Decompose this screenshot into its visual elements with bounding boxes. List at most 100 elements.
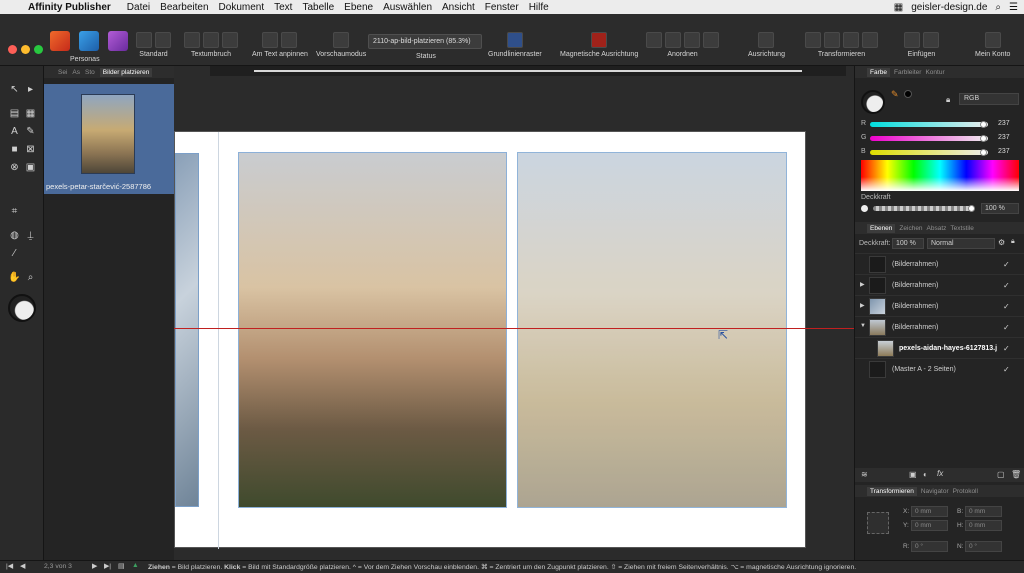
menu-tabelle[interactable]: Tabelle xyxy=(302,2,342,13)
layer-row[interactable]: ▶ (Bilderrahmen) ✓ xyxy=(855,295,1024,316)
arrange-group[interactable]: Anordnen xyxy=(646,32,719,58)
stroke-fill-icon[interactable] xyxy=(8,294,36,322)
tab-transformieren[interactable]: Transformieren xyxy=(867,486,917,496)
layer-settings-icon[interactable]: ⚙ xyxy=(998,238,1005,247)
account-group[interactable]: Mein Konto xyxy=(975,32,1010,58)
color-spectrum[interactable] xyxy=(861,160,1019,191)
tab-assets[interactable]: As xyxy=(72,69,80,76)
preview-mode-group[interactable]: Vorschaumodus xyxy=(316,32,366,58)
mask-icon[interactable]: ▣ xyxy=(909,470,917,479)
zoom-tool-icon[interactable]: ⌕ xyxy=(24,271,37,284)
layer-row[interactable]: ▼ (Bilderrahmen) ✓ xyxy=(855,316,1024,337)
tab-protokoll[interactable]: Protokoll xyxy=(953,488,978,495)
transform-group[interactable]: Transformieren xyxy=(805,32,878,58)
node-tool-icon[interactable]: ▸ xyxy=(24,83,37,96)
tab-textstile[interactable]: Textstile xyxy=(950,225,973,232)
layer-row[interactable]: pexels-aidan-hayes-6127813.j ✓ xyxy=(855,337,1024,358)
last-page-icon[interactable]: ▶| xyxy=(104,562,111,570)
search-icon[interactable]: ⌕ xyxy=(995,2,1001,13)
h-field[interactable]: 0 mm xyxy=(965,520,1002,531)
pen-tool-icon[interactable]: ✎ xyxy=(24,125,37,138)
publisher-persona-icon[interactable] xyxy=(50,31,70,51)
snapping-group[interactable]: Magnetische Ausrichtung xyxy=(560,32,638,58)
eyedropper-icon[interactable]: ✎ xyxy=(891,89,899,100)
color-mode-select[interactable]: RGB xyxy=(959,93,1019,105)
minimize-window-button[interactable] xyxy=(21,45,30,54)
menu-ebene[interactable]: Ebene xyxy=(344,2,381,13)
blend-mode-select[interactable]: Normal xyxy=(927,238,995,249)
effects-icon[interactable]: fx xyxy=(937,469,943,478)
layer-lock-icon[interactable]: 🔒︎ xyxy=(1011,238,1015,246)
menu-hilfe[interactable]: Hilfe xyxy=(529,2,557,13)
menu-auswaehlen[interactable]: Auswählen xyxy=(383,2,440,13)
tab-ebenen[interactable]: Ebenen xyxy=(867,223,896,233)
opacity-slider[interactable] xyxy=(873,206,971,211)
layer-visibility-checkbox[interactable]: ✓ xyxy=(1003,260,1010,269)
adjustment-icon[interactable]: ◐ xyxy=(923,470,928,479)
anchor-grid-icon[interactable] xyxy=(867,512,889,534)
black-swatch[interactable] xyxy=(904,90,912,98)
grid-icon[interactable]: ▦ xyxy=(894,2,903,13)
table-tool-icon[interactable]: ▦ xyxy=(24,107,37,120)
menu-app-name[interactable]: Affinity Publisher xyxy=(28,2,119,13)
next-page-icon[interactable]: ▶ xyxy=(92,562,97,570)
document-status-field[interactable]: 2110-ap-bild-platzieren (85.3%) xyxy=(368,34,482,49)
tab-place-images[interactable]: Bilder platzieren xyxy=(99,67,153,77)
zoom-window-button[interactable] xyxy=(34,45,43,54)
standard-group[interactable]: Standard xyxy=(136,32,171,58)
green-value[interactable]: 237 xyxy=(998,134,1010,141)
artistic-text-tool-icon[interactable]: A xyxy=(8,125,21,138)
picture-frame-right[interactable] xyxy=(517,152,787,508)
tab-farbe[interactable]: Farbe xyxy=(867,67,890,77)
document-canvas[interactable]: ⇱ xyxy=(174,66,854,560)
first-page-icon[interactable]: |◀ xyxy=(6,562,13,570)
w-field[interactable]: 0 mm xyxy=(965,506,1002,517)
blue-value[interactable]: 237 xyxy=(998,148,1010,155)
layer-visibility-checkbox[interactable]: ✓ xyxy=(1003,281,1010,290)
delete-layer-icon[interactable]: 🗑︎ xyxy=(1011,470,1021,479)
hand-tool-icon[interactable]: ✋ xyxy=(8,271,21,284)
red-value[interactable]: 237 xyxy=(998,120,1010,127)
place-image-tool-icon[interactable]: ▣ xyxy=(24,161,37,174)
green-slider[interactable] xyxy=(870,136,988,141)
lock-icon[interactable]: 🔒︎ xyxy=(946,95,950,105)
shear-field[interactable]: 0 ° xyxy=(965,541,1002,552)
picture-frame-left[interactable] xyxy=(238,152,507,508)
fill-tool-icon[interactable]: ◍ xyxy=(8,229,21,242)
rectangle-tool-icon[interactable]: ■ xyxy=(8,143,21,156)
baseline-grid-group[interactable]: Grundlinienraster xyxy=(488,32,542,58)
menu-ansicht[interactable]: Ansicht xyxy=(442,2,483,13)
move-tool-icon[interactable]: ↖ xyxy=(8,83,21,96)
expand-arrow-icon[interactable]: ▶ xyxy=(860,281,865,288)
tab-farbleiter[interactable]: Farbleiter xyxy=(894,69,921,76)
menu-bearbeiten[interactable]: Bearbeiten xyxy=(160,2,216,13)
close-window-button[interactable] xyxy=(8,45,17,54)
designer-persona-icon[interactable] xyxy=(108,31,128,51)
red-slider-knob[interactable] xyxy=(980,121,987,128)
tab-stock[interactable]: Sto xyxy=(85,69,95,76)
layer-stack-icon[interactable]: ≋ xyxy=(861,470,868,479)
y-field[interactable]: 0 mm xyxy=(911,520,948,531)
menu-fenster[interactable]: Fenster xyxy=(485,2,527,13)
layer-row[interactable]: ▶ (Bilderrahmen) ✓ xyxy=(855,274,1024,295)
alignment-group[interactable]: Ausrichtung xyxy=(748,32,785,58)
tab-kontur[interactable]: Kontur xyxy=(925,69,944,76)
tab-navigator[interactable]: Navigator xyxy=(921,488,949,495)
frame-text-tool-icon[interactable]: ▤ xyxy=(8,107,21,120)
crop-tool-icon[interactable]: ⌗ xyxy=(8,205,21,218)
green-slider-knob[interactable] xyxy=(980,135,987,142)
pin-to-text-group[interactable]: Am Text anpinnen xyxy=(252,32,308,58)
tab-seiten[interactable]: Sei xyxy=(58,69,67,76)
opacity-slider-knob[interactable] xyxy=(968,205,975,212)
expand-arrow-icon[interactable]: ▶ xyxy=(860,302,865,309)
ellipse-frame-tool-icon[interactable]: ⊗ xyxy=(8,161,21,174)
layer-row[interactable]: (Master A - 2 Seiten) ✓ xyxy=(855,358,1024,379)
photo-persona-icon[interactable] xyxy=(79,31,99,51)
layer-visibility-checkbox[interactable]: ✓ xyxy=(1003,365,1010,374)
partial-picture-frame[interactable] xyxy=(175,153,199,507)
transparency-tool-icon[interactable]: ⍊ xyxy=(24,229,37,242)
blue-slider[interactable] xyxy=(870,150,988,155)
insert-group[interactable]: Einfügen xyxy=(904,32,939,58)
layer-opacity-field[interactable]: 100 % xyxy=(892,238,924,249)
collapse-arrow-icon[interactable]: ▼ xyxy=(860,323,866,329)
